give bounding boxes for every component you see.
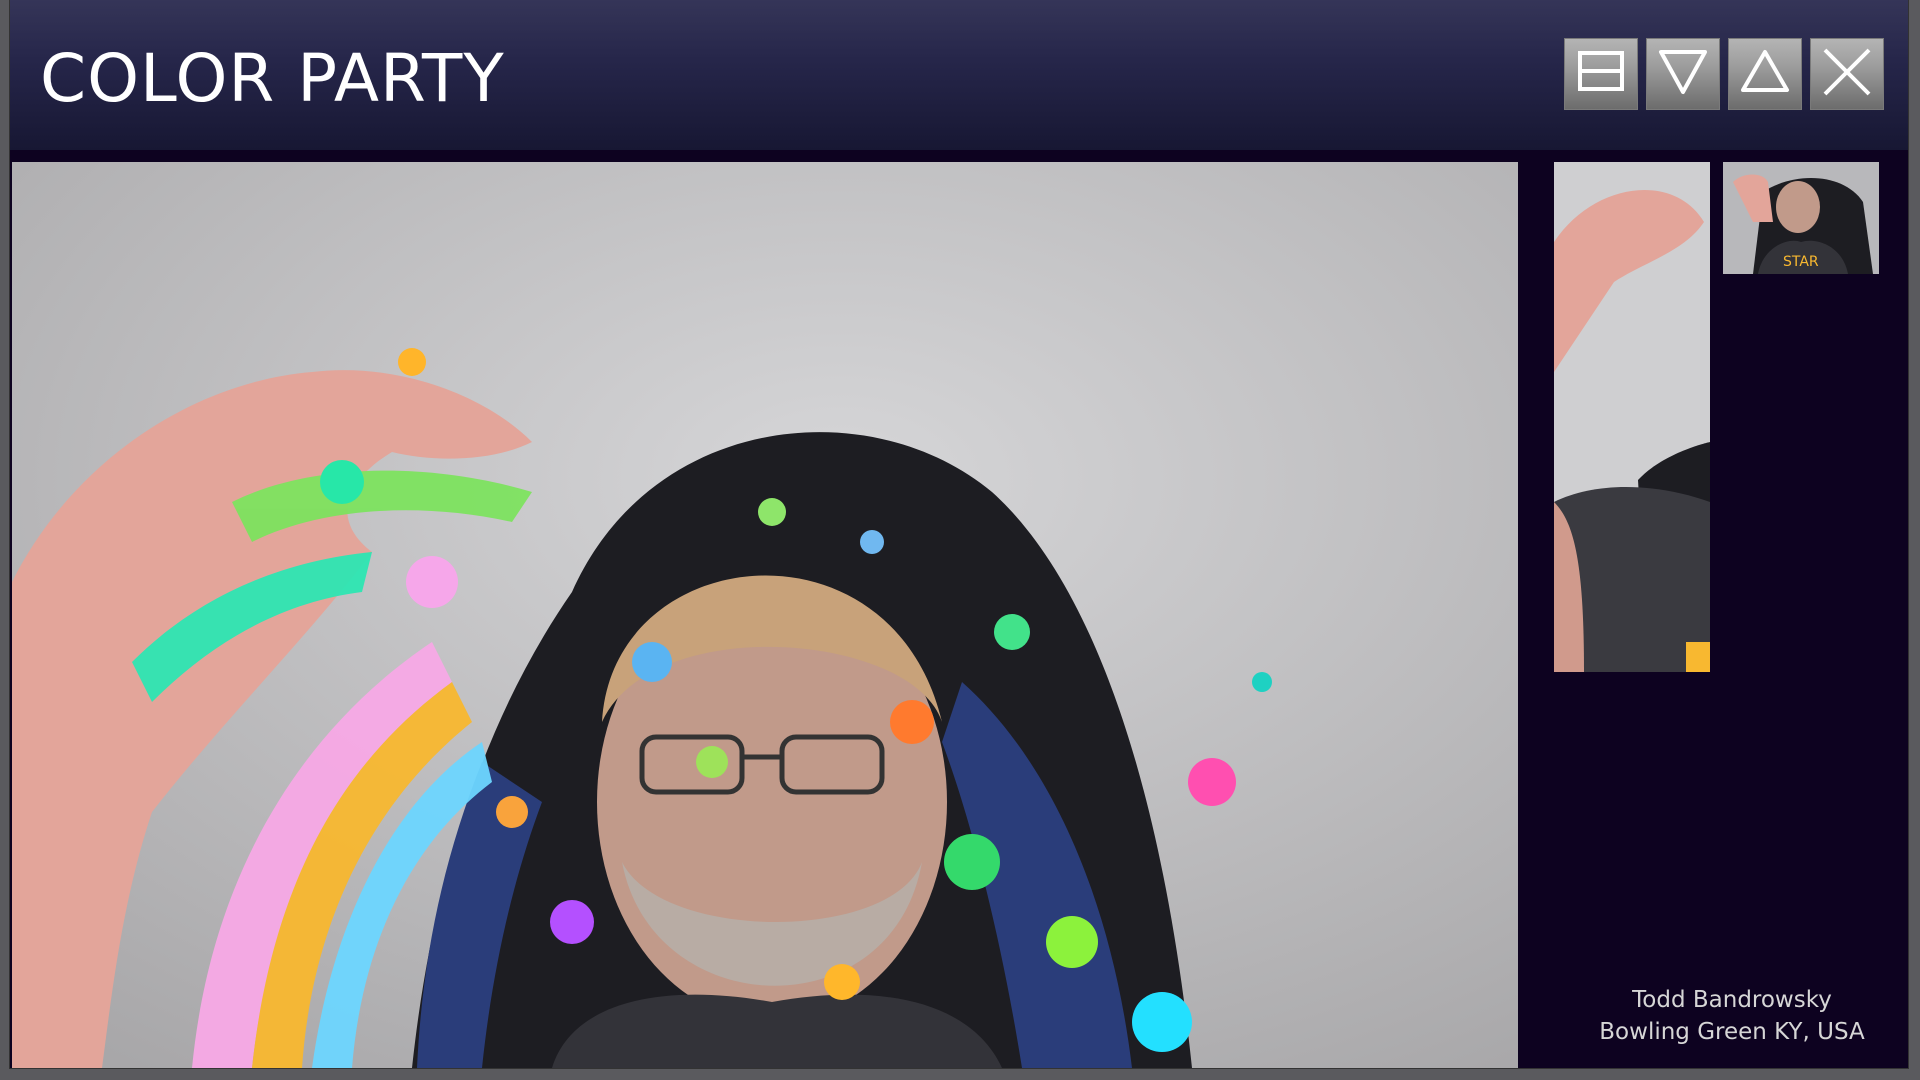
participant-name: Todd Bandrowsky	[1632, 987, 1832, 1013]
triangle-down-icon	[1653, 42, 1713, 106]
maximize-button[interactable]	[1728, 38, 1802, 110]
svg-text:STAR: STAR	[1783, 254, 1819, 270]
thumbnail-graphic-2: STAR	[1723, 162, 1879, 274]
app-window: COLOR PARTY STAR Todd Bandrowsky Bowling…	[10, 0, 1908, 1068]
layout-button[interactable]	[1564, 38, 1638, 110]
minimize-button[interactable]	[1646, 38, 1720, 110]
close-button[interactable]	[1810, 38, 1884, 110]
video-frame-graphic	[12, 162, 1518, 1068]
close-x-icon	[1817, 42, 1877, 106]
triangle-up-icon	[1735, 42, 1795, 106]
participant-location: Bowling Green KY, USA	[1599, 1019, 1865, 1045]
layout-icon	[1571, 42, 1631, 106]
main-video-feed[interactable]	[12, 162, 1518, 1068]
participant-caption: Todd Bandrowsky Bowling Green KY, USA	[1540, 984, 1920, 1048]
thumbnail-graphic-1	[1554, 162, 1710, 672]
window-controls	[1564, 38, 1884, 110]
title-bar[interactable]: COLOR PARTY	[10, 0, 1908, 150]
app-title: COLOR PARTY	[40, 40, 505, 117]
thumbnail-video-2[interactable]: STAR	[1723, 162, 1879, 274]
thumbnail-video-1[interactable]	[1554, 162, 1710, 672]
